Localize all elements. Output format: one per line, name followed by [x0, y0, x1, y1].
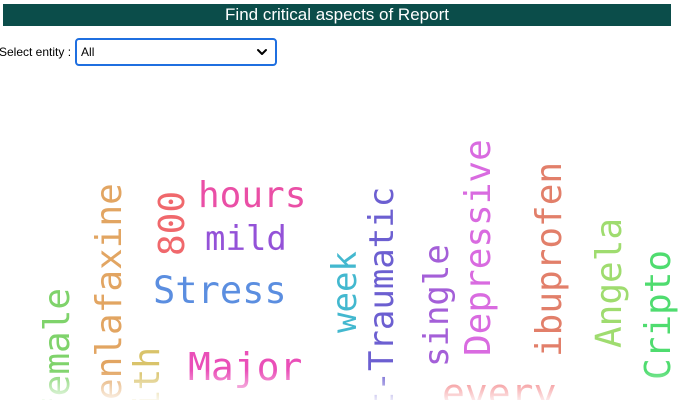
word-cloud-word: week — [325, 251, 365, 333]
word-cloud-word: female — [37, 287, 78, 400]
word-cloud-word: Major — [188, 345, 303, 389]
word-cloud-word: Cripto — [638, 249, 679, 380]
word-cloud-word: Depressive — [458, 139, 499, 356]
word-cloud-word: ith — [127, 346, 168, 400]
word-cloud-word: mild — [205, 219, 287, 259]
word-cloud-word: ibuprofen — [529, 161, 570, 357]
word-cloud-word: Angela — [589, 217, 630, 348]
word-cloud-word: hours — [198, 175, 307, 216]
word-cloud-word: enlafaxine — [89, 183, 130, 400]
word-cloud: female enlafaxine ith 800 hours mild Str… — [0, 0, 693, 400]
word-cloud-word: Stress — [153, 269, 287, 312]
word-cloud-word: single — [417, 244, 457, 367]
word-cloud-word: 800 — [152, 190, 193, 256]
word-cloud-word: t-Traumatic — [362, 186, 402, 400]
word-cloud-word: every — [442, 371, 557, 400]
